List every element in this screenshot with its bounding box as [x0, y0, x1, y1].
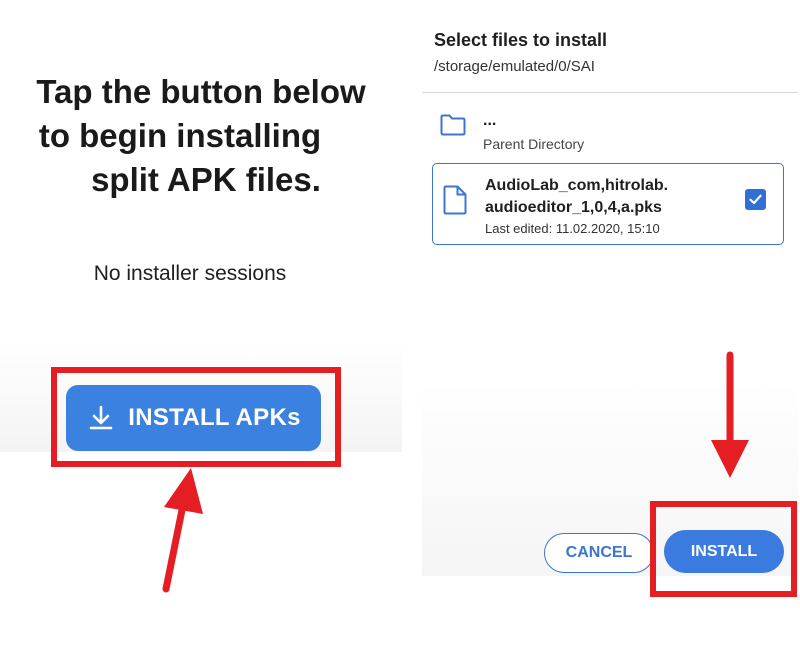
parent-directory-label: Parent Directory	[483, 136, 585, 152]
installer-sessions-status: No installer sessions	[93, 262, 287, 285]
file-checkbox[interactable]	[745, 189, 766, 210]
file-list-item[interactable]: AudioLab_com,hitrolab. audioeditor_1,0,4…	[432, 163, 784, 245]
current-path: /storage/emulated/0/SAI	[434, 58, 595, 75]
file-name-line-2: audioeditor_1,0,4,a.pks	[485, 199, 662, 216]
install-apks-button[interactable]: INSTALL APKs	[66, 385, 321, 451]
file-picker-dialog: Select files to install /storage/emulate…	[420, 0, 800, 647]
folder-icon	[440, 114, 466, 136]
divider	[422, 92, 798, 93]
instruction-line-3: split APK files.	[91, 161, 321, 198]
download-icon	[89, 405, 113, 430]
instruction-line-1: Tap the button below	[36, 73, 366, 110]
install-button[interactable]: INSTALL	[664, 530, 784, 573]
cancel-button[interactable]: CANCEL	[544, 533, 654, 573]
file-name: AudioLab_com,hitrolab. audioeditor_1,0,4…	[485, 175, 735, 219]
left-screen: Tap the button below to begin installing…	[0, 0, 402, 647]
file-last-edited: Last edited: 11.02.2020, 15:10	[485, 221, 660, 236]
dialog-title: Select files to install	[434, 30, 608, 50]
instruction-line-2: to begin installing	[38, 117, 322, 154]
instruction-message: Tap the button below to begin installing…	[0, 70, 402, 202]
install-apks-label: INSTALL APKs	[128, 404, 301, 431]
checkmark-icon	[749, 194, 762, 205]
file-name-line-1: AudioLab_com,hitrolab.	[485, 177, 669, 194]
file-icon	[443, 185, 467, 215]
parent-dots: ...	[483, 112, 497, 129]
parent-directory-row[interactable]: ... Parent Directory	[432, 102, 784, 158]
